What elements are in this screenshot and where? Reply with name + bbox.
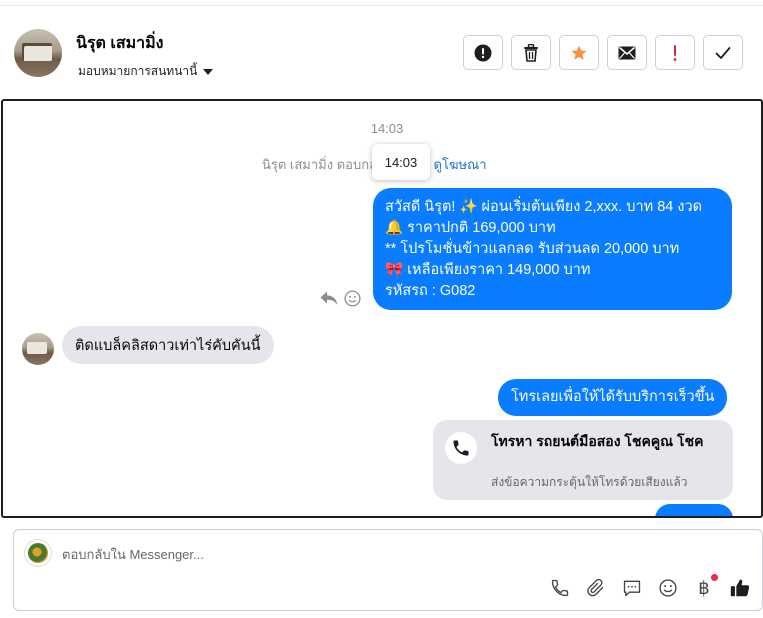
message-line: รหัสรถ : G082 <box>385 283 476 299</box>
trash-icon <box>524 43 538 62</box>
reply-input[interactable] <box>62 544 582 564</box>
time-tooltip: 14:03 <box>372 144 430 180</box>
saved-reply-icon[interactable] <box>621 577 643 599</box>
thumbs-up-icon[interactable] <box>729 577 751 599</box>
delete-button[interactable] <box>511 35 551 70</box>
assign-conversation-dropdown[interactable]: มอบหมายการสนทนานี้ <box>78 62 214 81</box>
message-timestamp: 14:03 <box>370 121 404 136</box>
paperclip-icon[interactable] <box>585 577 607 599</box>
envelope-icon <box>618 46 636 59</box>
view-ad-link[interactable]: ดูโฆษณา <box>433 157 486 172</box>
message-hover-tools <box>320 290 361 307</box>
contact-avatar-small <box>22 333 54 365</box>
call-card-subtitle: ส่งข้อความกระตุ้นให้โทรด้วยเสียงแล้ว <box>491 475 688 489</box>
message-line: 🎀 เหลือเพียงราคา 149,000 บาท <box>385 262 591 278</box>
conversation-header: นิรุต เสมามิ่ง มอบหมายการสนทนานี้ <box>0 6 763 98</box>
conversation-panel[interactable]: 14:03 นิรุต เสมามิ่ง ตอบกลับโฆษณา ดูโฆษณ… <box>1 99 763 518</box>
composer-tools: ฿ <box>549 574 751 599</box>
exclamation-circle-icon <box>474 44 492 61</box>
header-actions <box>463 35 743 70</box>
incoming-message-bubble[interactable]: ติดแบล็คลิสดาวเท่าไร่คับคันนี้ <box>62 326 274 364</box>
important-button[interactable] <box>655 35 695 70</box>
message-line: 🔔 ราคาปกติ 169,000 บาท <box>385 220 556 236</box>
assign-label: มอบหมายการสนทนานี้ <box>78 64 198 78</box>
contact-name[interactable]: นิรุต เสมามิ่ง <box>76 31 164 56</box>
react-emoji-icon[interactable] <box>344 290 361 307</box>
contact-avatar[interactable] <box>14 29 62 77</box>
caret-down-icon <box>203 68 214 75</box>
baht-payment-icon[interactable]: ฿ <box>693 574 718 599</box>
outgoing-message-bubble[interactable]: สวัสดี นิรุต! ✨ ผ่อนเริ่มต้นเพียง 2,xxx.… <box>373 188 732 310</box>
call-card-title: โทรหา รถยนต์มือสอง โชคคูณ โชค <box>491 433 704 449</box>
call-request-card[interactable]: โทรหา รถยนต์มือสอง โชคคูณ โชค ส่งข้อความ… <box>433 420 733 500</box>
phone-icon <box>445 432 477 464</box>
spam-button[interactable] <box>463 35 503 70</box>
reply-icon[interactable] <box>320 291 338 306</box>
page-logo-avatar <box>24 539 52 567</box>
notification-dot <box>711 574 718 581</box>
message-line: สวัสดี นิรุต! ✨ ผ่อนเริ่มต้นเพียง 2,xxx.… <box>385 199 703 215</box>
reply-composer: ฿ <box>13 529 763 611</box>
check-icon <box>715 46 731 59</box>
outgoing-message-bubble-short[interactable]: โทรเลยเพื่อให้ได้รับบริการเร็วขึ้น <box>498 379 728 416</box>
mark-unread-button[interactable] <box>607 35 647 70</box>
phone-icon[interactable] <box>549 577 571 599</box>
done-button[interactable] <box>703 35 743 70</box>
star-icon <box>571 45 587 60</box>
star-button[interactable] <box>559 35 599 70</box>
outgoing-message-bubble-partial[interactable]: ทักถึง <box>655 504 733 516</box>
message-line: ** โปรโมชั่นข้าวแลกลด รับส่วนลด 20,000 บ… <box>385 241 680 257</box>
emoji-icon[interactable] <box>657 577 679 599</box>
exclamation-icon <box>673 44 677 61</box>
